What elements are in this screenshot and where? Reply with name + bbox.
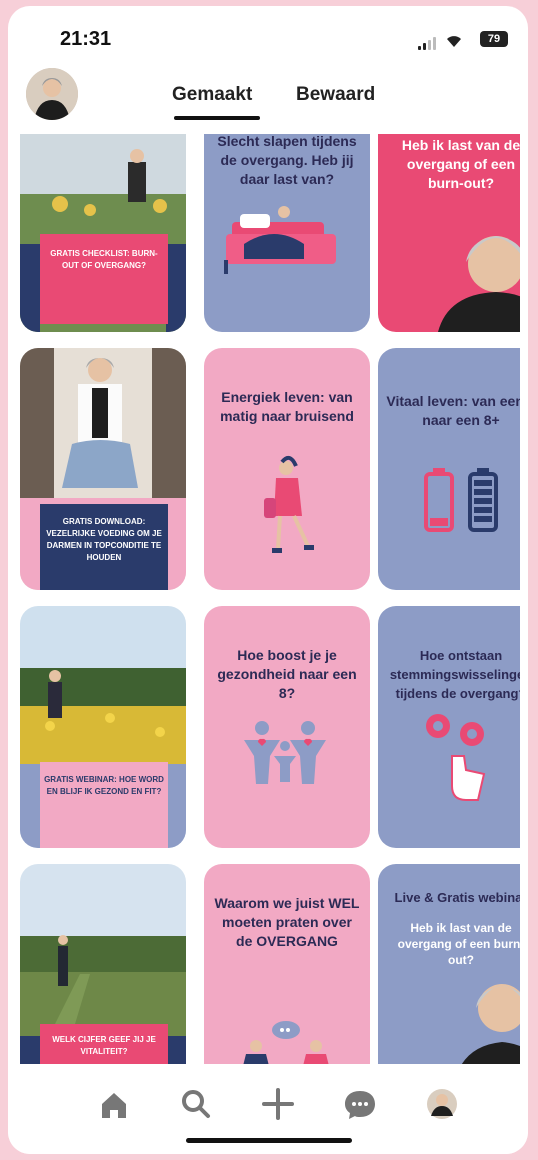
pin-cta-label: GRATIS WEBINAR: HOE WORD EN BLIJF IK GEZ… — [40, 762, 168, 848]
pin-card[interactable]: Heb ik last van de overgang of een burn-… — [378, 134, 520, 332]
status-bar: 21:31 79 — [8, 6, 528, 66]
pin-card[interactable]: Waarom we juist WEL moeten praten over d… — [204, 864, 370, 1064]
profile-avatar[interactable] — [422, 1084, 462, 1124]
pin-card[interactable]: WELK CIJFER GEEF JIJ JE VITALITEIT? — [20, 864, 186, 1064]
pin-card[interactable]: GRATIS CHECKLIST: BURN-OUT OF OVERGANG? — [20, 134, 186, 332]
plus-icon[interactable] — [258, 1084, 298, 1124]
family-illustration — [244, 721, 326, 784]
tab-gemaakt[interactable]: Gemaakt — [172, 84, 252, 106]
pin-card[interactable]: Hoe ontstaan stemmingswisselingen tijden… — [378, 606, 520, 848]
pin-card[interactable]: Vitaal leven: van een 5 naar een 8+ — [378, 348, 520, 590]
woman-portrait — [438, 236, 520, 332]
pin-card[interactable]: Energiek leven: van matig naar bruisend — [204, 348, 370, 590]
tab-bewaard[interactable]: Bewaard — [296, 84, 375, 106]
status-time: 21:31 — [60, 28, 112, 50]
walking-woman-illustration — [264, 455, 314, 553]
pin-card[interactable]: GRATIS WEBINAR: HOE WORD EN BLIJF IK GEZ… — [20, 606, 186, 848]
pin-cta-label: WELK CIJFER GEEF JIJ JE VITALITEIT? — [40, 1024, 168, 1064]
search-icon[interactable] — [176, 1084, 216, 1124]
pin-card[interactable]: Slecht slapen tijdens de overgang. Heb j… — [204, 134, 370, 332]
pin-card[interactable]: GRATIS DOWNLOAD: VEZELRIJKE VOEDING OM J… — [20, 348, 186, 590]
pin-grid: GRATIS CHECKLIST: BURN-OUT OF OVERGANG? … — [20, 134, 520, 1064]
wifi-icon — [444, 32, 464, 48]
chat-hand-illustration — [426, 714, 486, 801]
conversation-illustration — [243, 1021, 329, 1064]
battery-illustration — [424, 468, 498, 532]
battery-indicator: 79 — [480, 31, 508, 47]
home-icon[interactable] — [94, 1084, 134, 1124]
pin-card[interactable]: Live & Gratis webinar Heb ik last van de… — [378, 864, 520, 1064]
active-tab-indicator — [174, 116, 260, 120]
pin-cta-label: GRATIS DOWNLOAD: VEZELRIJKE VOEDING OM J… — [40, 504, 168, 590]
pin-card[interactable]: Hoe boost je je gezondheid naar een 8? — [204, 606, 370, 848]
profile-tabs: Gemaakt Bewaard — [168, 84, 408, 124]
woman-portrait — [461, 984, 520, 1064]
home-indicator — [186, 1138, 352, 1143]
profile-avatar[interactable] — [26, 68, 78, 120]
chat-icon[interactable] — [340, 1084, 380, 1124]
phone-screen: 21:31 79 Gemaakt Bewaard GRATIS CHECKLIS… — [8, 6, 528, 1154]
signal-icon — [418, 36, 438, 50]
pin-cta-label: GRATIS CHECKLIST: BURN-OUT OF OVERGANG? — [40, 234, 168, 324]
bed-illustration — [224, 206, 336, 274]
